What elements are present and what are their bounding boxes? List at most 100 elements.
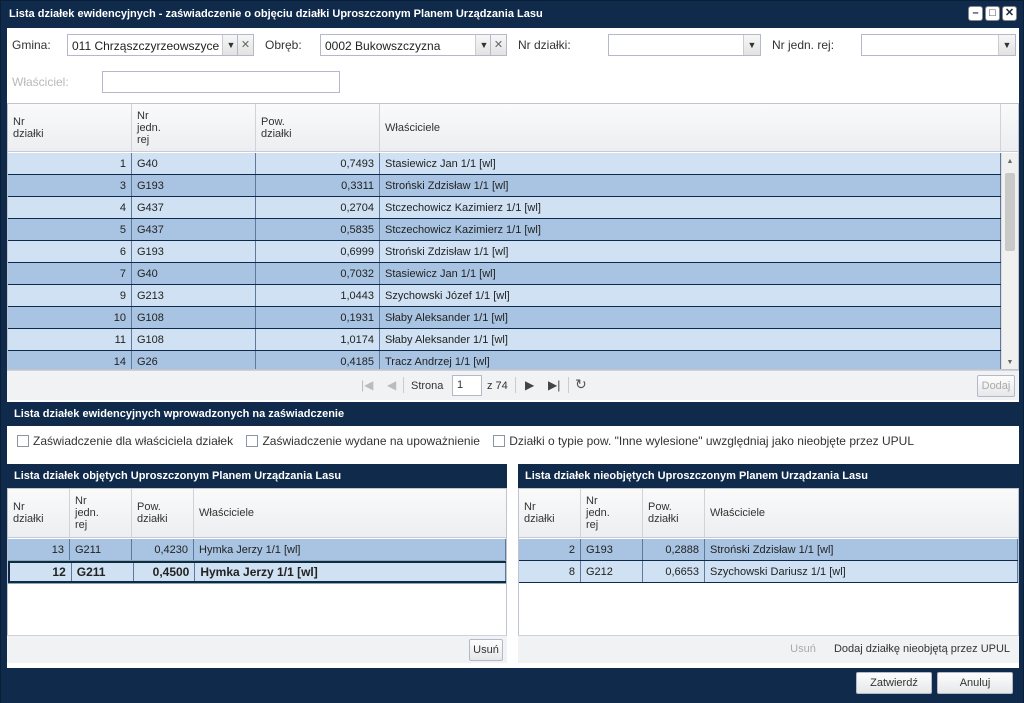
add-button[interactable]: Dodaj <box>977 375 1015 397</box>
table-row[interactable]: 8 G212 0,6653 Szychowski Dariusz 1/1 [wl] <box>519 561 1018 583</box>
main-grid-body: 1 G40 0,7493 Stasiewicz Jan 1/1 [wl] 3 G193 0,… <box>8 153 1001 369</box>
right-grid-header: Nr działki Nr jedn. rej Pow. działki Właści… <box>519 489 1018 538</box>
page-label: Strona <box>411 380 444 392</box>
remove-button[interactable]: Usuń <box>786 639 820 661</box>
table-cell: 12 <box>10 563 72 581</box>
last-page-icon[interactable]: ▶| <box>548 378 560 392</box>
table-cell: 3 <box>8 175 132 196</box>
section-title: Lista działek ewidencyjnych wprowadzonyc… <box>7 402 1019 426</box>
prev-page-icon[interactable]: ◀ <box>387 378 396 392</box>
column-header[interactable]: Właściciele <box>380 104 1001 151</box>
nr-jedn-combo[interactable]: ▼ <box>861 34 1016 56</box>
column-header[interactable]: Właściciele <box>705 489 1018 537</box>
column-header[interactable]: Nr jedn. rej <box>70 489 132 537</box>
table-cell: G211 <box>72 563 134 581</box>
left-grid: Nr działki Nr jedn. rej Pow. działki Właści… <box>7 488 507 636</box>
confirm-button[interactable]: Zatwierdź <box>856 672 932 694</box>
left-grid-title: Lista działek objętych Uproszczonym Plan… <box>7 464 507 488</box>
table-cell: 5 <box>8 219 132 240</box>
scroll-thumb[interactable] <box>1005 173 1015 251</box>
scroll-up-icon[interactable]: ▲ <box>1002 158 1018 165</box>
left-grid-header: Nr działki Nr jedn. rej Pow. działki Właści… <box>8 489 506 538</box>
owner-checkbox[interactable]: Zaświadczenie dla właściciela działek <box>17 434 233 448</box>
gmina-label: Gmina: <box>12 38 51 52</box>
maximize-icon[interactable]: □ <box>985 6 1000 21</box>
table-cell: 4 <box>8 197 132 218</box>
table-cell: 0,2888 <box>643 539 705 560</box>
nr-dzialki-combo[interactable]: ▼ <box>608 34 761 56</box>
table-cell: Hymka Jerzy 1/1 [wl] <box>194 539 506 560</box>
scroll-down-icon[interactable]: ▼ <box>1002 359 1018 366</box>
gmina-clear-icon[interactable]: ✕ <box>237 34 254 56</box>
table-cell: 0,4185 <box>256 351 380 369</box>
table-cell: G211 <box>70 539 132 560</box>
table-cell: Szychowski Józef 1/1 [wl] <box>380 285 1001 306</box>
column-header[interactable]: Pow. działki <box>132 489 194 537</box>
dialog-body: Gmina: 011 Chrząszczyrzeowszyce ▼ ✕ Obrę… <box>7 28 1019 668</box>
other-deforested-checkbox[interactable]: Działki o typie pow. "Inne wylesione" uw… <box>493 434 914 448</box>
table-row[interactable]: 1 G40 0,7493 Stasiewicz Jan 1/1 [wl] <box>8 153 1001 175</box>
column-header[interactable]: Pow. działki <box>643 489 705 537</box>
table-row[interactable]: 2 G193 0,2888 Stroński Zdzisław 1/1 [wl] <box>519 539 1018 561</box>
table-cell: Stasiewicz Jan 1/1 [wl] <box>380 263 1001 284</box>
column-header[interactable]: Nr działki <box>8 104 132 151</box>
add-unplanned-plot-button[interactable]: Dodaj działkę nieobjętą przez UPUL <box>829 639 1015 661</box>
cancel-button[interactable]: Anuluj <box>937 672 1013 694</box>
table-cell: G212 <box>581 561 643 582</box>
authorization-checkbox[interactable]: Zaświadczenie wydane na upoważnienie <box>246 434 480 448</box>
column-header[interactable]: Nr działki <box>8 489 70 537</box>
table-cell: 1 <box>8 153 132 174</box>
table-cell: 1,0174 <box>256 329 380 350</box>
right-grid: Nr działki Nr jedn. rej Pow. działki Właści… <box>518 488 1019 636</box>
table-cell: Tracz Andrzej 1/1 [wl] <box>380 351 1001 369</box>
table-cell: G108 <box>132 307 256 328</box>
table-row[interactable]: 9 G213 1,0443 Szychowski Józef 1/1 [wl] <box>8 285 1001 307</box>
scrollbar[interactable]: ▲ ▼ <box>1001 153 1018 369</box>
table-cell: G40 <box>132 153 256 174</box>
minimize-icon[interactable]: – <box>968 6 983 21</box>
chevron-down-icon[interactable]: ▼ <box>743 35 760 55</box>
table-cell: G108 <box>132 329 256 350</box>
table-cell: Stasiewicz Jan 1/1 [wl] <box>380 153 1001 174</box>
table-row[interactable]: 5 G437 0,5835 Stczechowicz Kazimierz 1/1 [w… <box>8 219 1001 241</box>
gmina-combo[interactable]: 011 Chrząszczyrzeowszyce ▼ <box>67 34 240 56</box>
table-cell: 0,7032 <box>256 263 380 284</box>
table-row[interactable]: 11 G108 1,0174 Słaby Aleksander 1/1 [wl] <box>8 329 1001 351</box>
table-cell: 0,3311 <box>256 175 380 196</box>
column-header[interactable]: Pow. działki <box>256 104 380 151</box>
obreb-clear-icon[interactable]: ✕ <box>490 34 507 56</box>
table-cell: 10 <box>8 307 132 328</box>
table-row[interactable]: 13 G211 0,4230 Hymka Jerzy 1/1 [wl] <box>8 539 506 561</box>
refresh-icon[interactable]: ↻ <box>575 376 587 393</box>
table-cell: 0,4230 <box>132 539 194 560</box>
column-header[interactable]: Nr jedn. rej <box>132 104 256 151</box>
nr-dzialki-label: Nr działki: <box>518 38 571 52</box>
table-row[interactable]: 3 G193 0,3311 Stroński Zdzisław 1/1 [wl] <box>8 175 1001 197</box>
first-page-icon[interactable]: |◀ <box>361 378 373 392</box>
wlasciciel-input[interactable] <box>102 71 340 93</box>
column-header[interactable]: Właściciele <box>194 489 506 537</box>
column-header[interactable]: Nr jedn. rej <box>581 489 643 537</box>
table-row[interactable]: 4 G437 0,2704 Stczechowicz Kazimierz 1/1 [w… <box>8 197 1001 219</box>
nr-jedn-label: Nr jedn. rej: <box>772 38 835 52</box>
page-input[interactable]: 1 <box>452 375 482 396</box>
table-row[interactable]: 7 G40 0,7032 Stasiewicz Jan 1/1 [wl] <box>8 263 1001 285</box>
table-cell: 2 <box>519 539 581 560</box>
obreb-combo[interactable]: 0002 Bukowszczyzna ▼ <box>320 34 493 56</box>
next-page-icon[interactable]: ▶ <box>525 378 534 392</box>
chevron-down-icon[interactable]: ▼ <box>998 35 1015 55</box>
column-header[interactable]: Nr działki <box>519 489 581 537</box>
table-row[interactable]: 10 G108 0,1931 Słaby Aleksander 1/1 [wl] <box>8 307 1001 329</box>
table-cell: 11 <box>8 329 132 350</box>
table-row[interactable]: 14 G26 0,4185 Tracz Andrzej 1/1 [wl] <box>8 351 1001 369</box>
table-row[interactable]: 12 G211 0,4500 Hymka Jerzy 1/1 [wl] <box>8 560 506 584</box>
table-cell: 0,6653 <box>643 561 705 582</box>
table-cell: Stroński Zdzisław 1/1 [wl] <box>380 175 1001 196</box>
obreb-label: Obręb: <box>265 38 302 52</box>
remove-button[interactable]: Usuń <box>469 639 503 661</box>
table-row[interactable]: 6 G193 0,6999 Stroński Zdzisław 1/1 [wl] <box>8 241 1001 263</box>
close-icon[interactable]: ✕ <box>1002 6 1017 21</box>
table-cell: G40 <box>132 263 256 284</box>
table-cell: Stczechowicz Kazimierz 1/1 [wl] <box>380 197 1001 218</box>
table-cell: 13 <box>8 539 70 560</box>
